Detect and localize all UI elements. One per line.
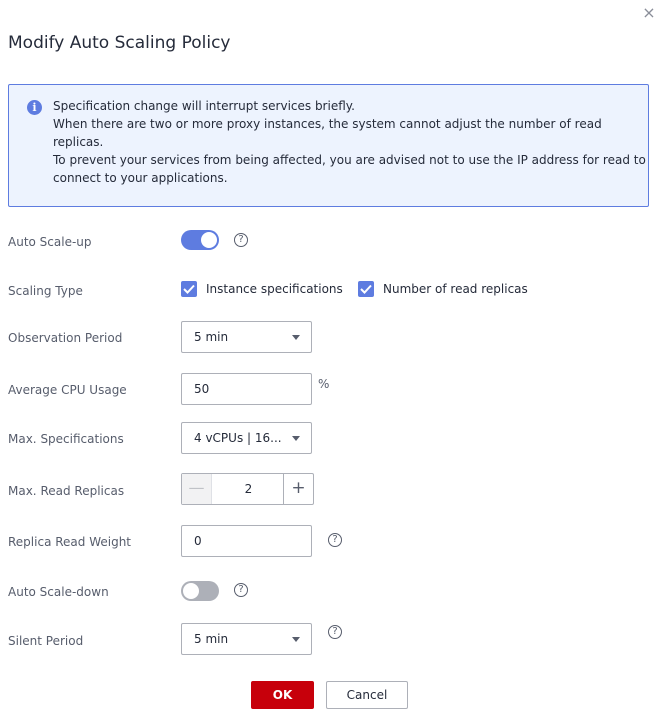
notice-box: i Specification change will interrupt se… xyxy=(8,84,649,207)
notice-line: replicas. xyxy=(53,135,104,149)
instance-specifications-checkbox[interactable] xyxy=(181,281,197,297)
silent-period-select[interactable]: 5 min xyxy=(181,623,312,655)
max-read-replicas-label: Max. Read Replicas xyxy=(8,484,125,498)
instance-specifications-label: Instance specifications xyxy=(206,282,343,296)
silent-period-value: 5 min xyxy=(194,632,229,646)
notice-line: connect to your applications. xyxy=(53,171,228,185)
info-icon: i xyxy=(27,100,42,115)
help-icon[interactable]: ? xyxy=(328,533,342,547)
average-cpu-usage-label: Average CPU Usage xyxy=(8,383,127,397)
chevron-down-icon xyxy=(292,335,300,340)
average-cpu-usage-input[interactable]: 50 xyxy=(181,373,312,405)
dialog-title: Modify Auto Scaling Policy xyxy=(8,33,231,53)
replica-read-weight-input[interactable]: 0 xyxy=(181,525,312,557)
auto-scale-up-toggle[interactable] xyxy=(181,230,219,250)
close-icon[interactable]: × xyxy=(642,5,656,21)
ok-button[interactable]: OK xyxy=(251,681,314,709)
auto-scale-down-toggle[interactable] xyxy=(181,581,219,601)
help-icon[interactable]: ? xyxy=(234,583,248,597)
replica-read-weight-value: 0 xyxy=(194,534,202,548)
auto-scale-down-label: Auto Scale-down xyxy=(8,585,109,599)
number-of-read-replicas-checkbox[interactable] xyxy=(358,281,374,297)
max-read-replicas-stepper[interactable]: — 2 + xyxy=(181,473,314,505)
minus-button[interactable]: — xyxy=(182,474,212,504)
chevron-down-icon xyxy=(292,637,300,642)
number-of-read-replicas-label: Number of read replicas xyxy=(383,282,528,296)
average-cpu-usage-value: 50 xyxy=(194,382,210,396)
auto-scale-up-label: Auto Scale-up xyxy=(8,235,92,249)
help-icon[interactable]: ? xyxy=(234,233,248,247)
notice-line: To prevent your services from being affe… xyxy=(53,153,646,167)
replica-read-weight-label: Replica Read Weight xyxy=(8,535,132,549)
max-specifications-label: Max. Specifications xyxy=(8,432,124,446)
percent-unit: % xyxy=(318,377,330,391)
notice-line: Specification change will interrupt serv… xyxy=(53,99,355,113)
silent-period-label: Silent Period xyxy=(8,634,84,648)
max-specifications-select[interactable]: 4 vCPUs | 16... xyxy=(181,422,312,454)
plus-button[interactable]: + xyxy=(283,474,313,504)
observation-period-label: Observation Period xyxy=(8,331,123,345)
observation-period-select[interactable]: 5 min xyxy=(181,321,312,353)
chevron-down-icon xyxy=(292,436,300,441)
help-icon[interactable]: ? xyxy=(328,625,342,639)
notice-line: When there are two or more proxy instanc… xyxy=(53,117,602,131)
observation-period-value: 5 min xyxy=(194,330,229,344)
cancel-button[interactable]: Cancel xyxy=(326,681,408,709)
max-read-replicas-value[interactable]: 2 xyxy=(212,474,285,504)
scaling-type-label: Scaling Type xyxy=(8,284,83,298)
max-specifications-value: 4 vCPUs | 16... xyxy=(194,431,282,445)
